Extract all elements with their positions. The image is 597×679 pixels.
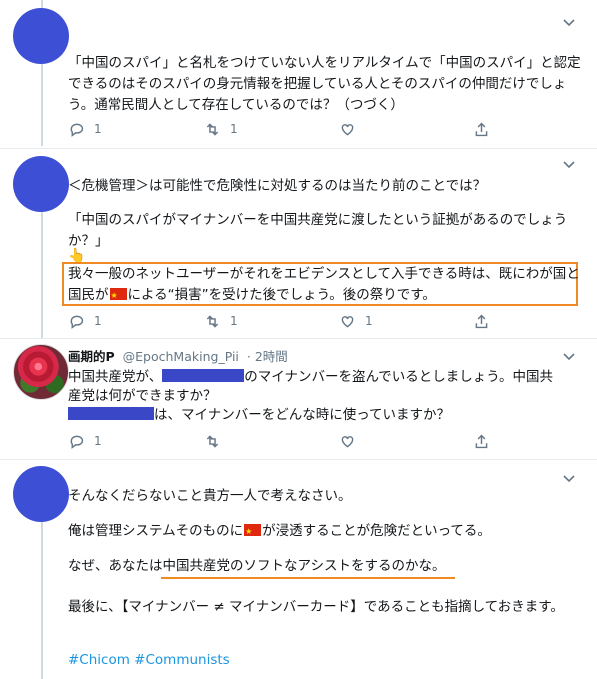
avatar[interactable] — [13, 466, 69, 522]
user-name[interactable]: 画期的P — [68, 349, 115, 364]
tweet-text-line1: 中国共産党が、 のマイナンバーを盗んでいるとしましょう。中国共 — [68, 367, 583, 388]
retweet-button[interactable]: 1 — [204, 312, 238, 330]
reply-icon — [70, 315, 84, 329]
redaction-bar — [68, 407, 154, 420]
share-icon — [475, 122, 488, 136]
user-handle[interactable]: @EpochMaking_Pii — [123, 349, 239, 364]
reply-count: 1 — [94, 314, 102, 328]
text-3b: は、マイナンバーをどんな時に使っていますか？ — [154, 407, 451, 423]
text-p3a: なぜ、あなたは — [68, 558, 163, 574]
tweet-text: 「中国のスパイ」と名札をつけていない人をリアルタイムで「中国のスパイ」と認定でき… — [68, 55, 581, 113]
tweet-text-boxed: 我々一般のネットユーザーがそれをエビデンスとして入手できる時は、既にわが国と国民… — [68, 264, 583, 306]
retweet-count: 1 — [230, 122, 238, 136]
like-icon — [341, 435, 354, 447]
tweet-text-line2: 産党は何ができますか？ — [68, 388, 217, 404]
redaction-bar — [162, 369, 245, 382]
like-button[interactable]: 1 — [339, 312, 373, 330]
like-icon — [341, 315, 354, 327]
like-button[interactable] — [339, 120, 365, 138]
reply-button[interactable]: 1 — [68, 432, 102, 450]
thread-line — [41, 212, 43, 338]
text-1a: 中国共産党が、 — [68, 369, 163, 385]
share-button[interactable] — [473, 120, 490, 138]
avatar[interactable] — [13, 344, 69, 400]
china-flag-icon — [109, 285, 127, 306]
china-flag-icon — [244, 521, 262, 542]
divider — [0, 459, 597, 460]
reply-count: 1 — [94, 122, 102, 136]
tweet-text-p3: なぜ、あなたは中国共産党のソフトなアシストをするのかな。 — [68, 556, 583, 577]
divider — [0, 148, 597, 149]
hashtags[interactable]: #Chicom #Communists — [68, 650, 583, 671]
tweet-actions: 1 1 — [68, 120, 508, 138]
like-icon — [341, 123, 354, 135]
chevron-down-icon[interactable] — [561, 470, 577, 486]
tweet-text-line1: ＜危機管理＞は可能性で危険性に対処するのは当たり前のことでは？ — [68, 178, 487, 194]
thread-line — [41, 64, 43, 146]
share-icon — [475, 314, 488, 328]
text-p3b: 中国共産党のソフトなアシストをするのかな。 — [162, 558, 446, 574]
tweet-actions: 1 — [68, 432, 508, 450]
tweet-actions: 1 1 1 — [68, 312, 508, 330]
reply-button[interactable]: 1 — [68, 312, 102, 330]
boxed-text-b: による“損害”を受けた後でしょう。後の祭りです。 — [127, 287, 436, 303]
chevron-down-icon[interactable] — [561, 14, 577, 30]
tweet-text-p1: そんなくだらないこと貴方一人で考えなさい。 — [68, 488, 352, 504]
retweet-count: 1 — [230, 314, 238, 328]
text-p2b: が浸透することが危険だといってる。 — [262, 523, 491, 539]
chevron-down-icon[interactable] — [561, 156, 577, 172]
reply-icon — [70, 435, 84, 449]
tweet-text-quote: 「中国のスパイがマイナンバーを中国共産党に渡したという証拠があるのでしょうか？」 — [68, 212, 568, 249]
reply-icon — [70, 123, 84, 137]
tweet-time[interactable]: · 2時間 — [247, 349, 288, 364]
chevron-down-icon[interactable] — [561, 348, 577, 364]
share-button[interactable] — [473, 432, 490, 450]
retweet-button[interactable] — [204, 432, 221, 450]
like-count: 1 — [365, 314, 373, 328]
highlight-underline — [161, 577, 455, 579]
retweet-icon — [206, 314, 219, 328]
tweet-header: 画期的P @EpochMaking_Pii · 2時間 — [68, 348, 288, 365]
divider — [0, 338, 597, 339]
tweet-text-p4: 最後に、【マイナンバー ≠ マイナンバーカード】であることも指摘しておきます。 — [68, 599, 564, 615]
text-1b: のマイナンバーを盗んでいるとしましょう。中国共 — [244, 369, 553, 385]
share-icon — [475, 434, 488, 448]
share-button[interactable] — [473, 312, 490, 330]
reply-button[interactable]: 1 — [68, 120, 102, 138]
reply-count: 1 — [94, 434, 102, 448]
retweet-icon — [206, 434, 219, 448]
avatar[interactable] — [13, 156, 69, 212]
text-p2a: 俺は管理システムそのものに — [68, 523, 244, 539]
like-button[interactable] — [339, 432, 356, 450]
tweet-text-p2: 俺は管理システムそのものに が浸透することが危険だといってる。 — [68, 521, 583, 542]
avatar[interactable] — [13, 8, 69, 64]
thread-line — [41, 522, 43, 679]
retweet-icon — [206, 122, 219, 136]
retweet-button[interactable]: 1 — [204, 120, 238, 138]
tweet-text-line3: は、マイナンバーをどんな時に使っていますか？ — [68, 405, 583, 426]
